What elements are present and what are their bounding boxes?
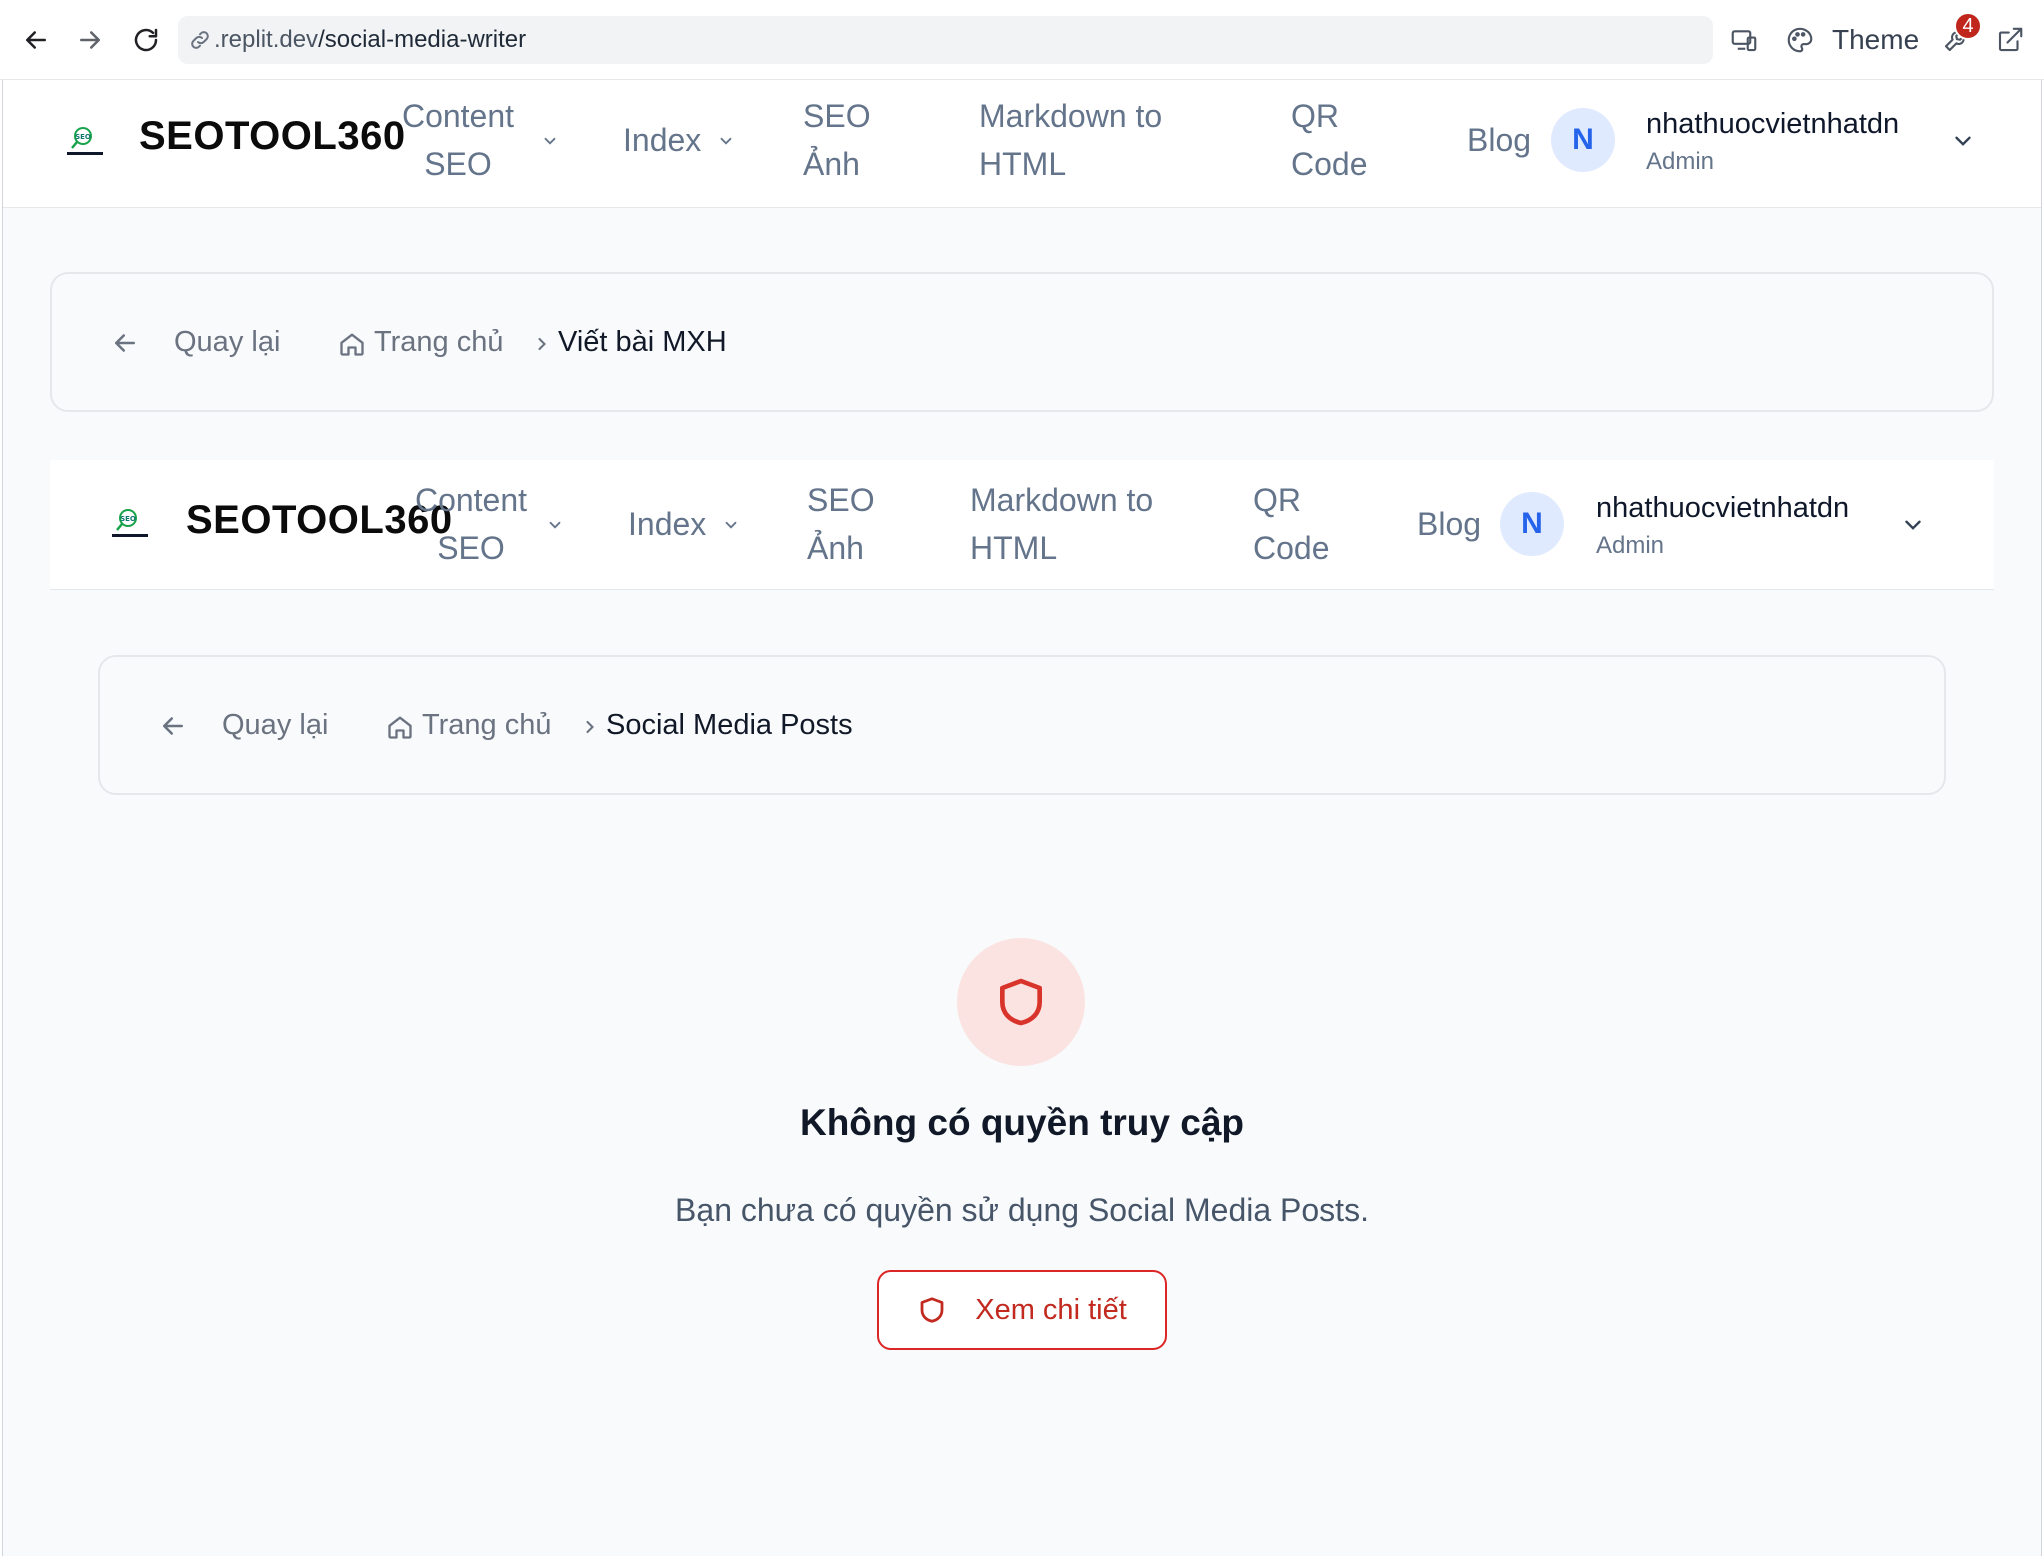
back-link[interactable]: Quay lại <box>222 709 328 742</box>
user-menu-chevron-icon[interactable] <box>1900 512 1926 538</box>
palette-icon[interactable] <box>1778 18 1822 62</box>
notification-badge: 4 <box>1954 12 1982 40</box>
user-role: Admin <box>1596 532 1665 559</box>
browser-toolbar: .replit.dev/social-media-writer Theme 4 <box>0 0 2044 80</box>
chevron-right-icon <box>586 720 594 734</box>
nav-seo-anh[interactable]: SEO Ảnh <box>803 92 893 188</box>
user-menu-chevron-icon[interactable] <box>1950 128 1976 154</box>
chevron-down-icon <box>720 137 732 145</box>
svg-text:SEO: SEO <box>120 515 136 523</box>
user-name[interactable]: nhathuocvietnhatdn <box>1596 492 1849 525</box>
chevron-down-icon <box>725 521 737 529</box>
reload-icon[interactable] <box>124 18 168 62</box>
user-role: Admin <box>1646 148 1715 175</box>
chevron-down-icon <box>549 521 561 529</box>
chevron-right-icon <box>538 337 546 351</box>
link-icon <box>191 31 209 49</box>
breadcrumb-card: Quay lại Trang chủ Social Media Posts <box>98 655 1946 795</box>
user-name[interactable]: nhathuocvietnhatdn <box>1646 108 1899 141</box>
nav-qr-code[interactable]: QR Code <box>1291 92 1391 188</box>
nav-qr-code[interactable]: QR Code <box>1253 476 1353 572</box>
logo-icon[interactable]: SEO <box>63 120 107 164</box>
nav-blog[interactable]: Blog <box>1417 500 1481 548</box>
avatar[interactable]: N <box>1551 108 1615 172</box>
address-bar[interactable]: .replit.dev/social-media-writer <box>178 16 1713 64</box>
home-icon <box>388 716 412 739</box>
svg-text:SEO: SEO <box>75 133 91 141</box>
access-denied-title: Không có quyền truy cập <box>799 1102 1245 1143</box>
back-arrow-icon[interactable] <box>110 328 140 358</box>
home-icon <box>340 333 364 356</box>
back-link[interactable]: Quay lại <box>174 326 280 359</box>
shield-icon <box>920 1297 944 1323</box>
breadcrumb-home[interactable]: Trang chủ <box>422 709 552 742</box>
forward-arrow-icon[interactable] <box>68 18 112 62</box>
nav-blog[interactable]: Blog <box>1467 116 1531 164</box>
shield-icon <box>1000 978 1042 1026</box>
brand-name[interactable]: SEOTOOL360 <box>139 114 406 159</box>
view-details-button[interactable]: Xem chi tiết <box>877 1270 1167 1350</box>
theme-button[interactable]: Theme <box>1832 24 1919 56</box>
breadcrumb-card: Quay lại Trang chủ Viết bài MXH <box>50 272 1994 412</box>
chevron-down-icon <box>544 137 556 145</box>
nav-seo-anh[interactable]: SEO Ảnh <box>807 476 897 572</box>
nested-navbar: SEO SEOTOOL360 Content SEO Index SEO Ảnh… <box>50 460 1994 590</box>
avatar[interactable]: N <box>1500 492 1564 556</box>
devices-icon[interactable] <box>1722 18 1766 62</box>
breadcrumb-current: Viết bài MXH <box>558 326 727 358</box>
breadcrumb-home[interactable]: Trang chủ <box>374 326 504 359</box>
top-navbar: SEO SEOTOOL360 Content SEO Index SEO Ảnh… <box>3 80 2041 208</box>
nav-index[interactable]: Index <box>623 116 701 164</box>
nav-content-seo[interactable]: Content SEO <box>393 92 523 188</box>
back-arrow-icon[interactable] <box>14 18 58 62</box>
nav-markdown-to-html[interactable]: Markdown to HTML <box>970 476 1200 572</box>
view-details-label: Xem chi tiết <box>975 1293 1127 1326</box>
nav-index[interactable]: Index <box>628 500 706 548</box>
url-text: .replit.dev/social-media-writer <box>214 26 527 53</box>
shield-badge <box>957 938 1085 1066</box>
nav-content-seo[interactable]: Content SEO <box>406 476 536 572</box>
breadcrumb-current: Social Media Posts <box>606 709 853 741</box>
logo-icon[interactable]: SEO <box>108 502 152 546</box>
back-arrow-icon[interactable] <box>158 711 188 741</box>
open-external-icon[interactable] <box>1988 18 2032 62</box>
nav-markdown-to-html[interactable]: Markdown to HTML <box>979 92 1209 188</box>
access-denied-message: Bạn chưa có quyền sử dụng Social Media P… <box>675 1192 1369 1228</box>
